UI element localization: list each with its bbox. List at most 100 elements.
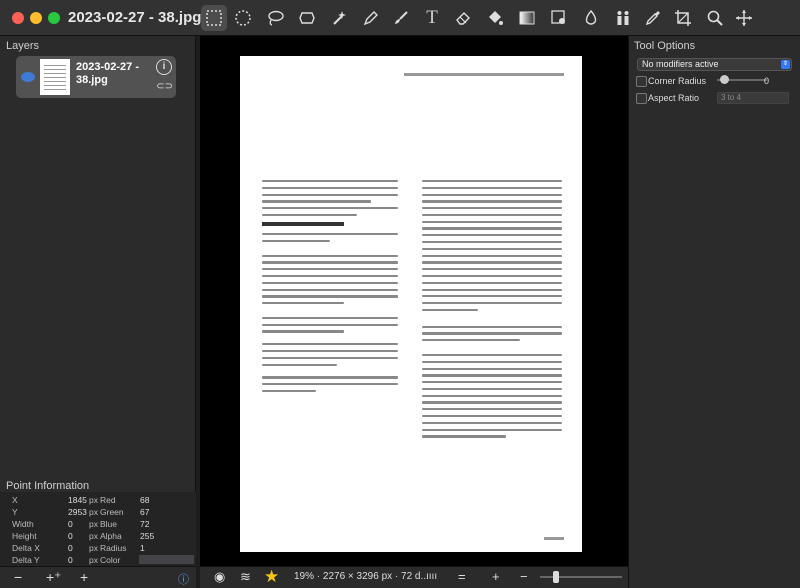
point-info-row: Delta X 0 px Radius 1	[0, 543, 196, 554]
pi-value: 0	[68, 531, 73, 541]
magic-wand-tool[interactable]	[326, 5, 352, 31]
pi-unit: px	[89, 555, 98, 565]
layer-visibility-eye-icon[interactable]	[21, 72, 35, 82]
paint-bucket-tool[interactable]	[482, 5, 508, 31]
close-window-button[interactable]	[12, 12, 24, 24]
clone-stamp-tool[interactable]	[546, 5, 572, 31]
crop-icon	[675, 10, 691, 26]
polygon-lasso-icon	[299, 12, 315, 24]
corner-radius-checkbox[interactable]	[636, 76, 647, 87]
pi-label: Delta Y	[12, 555, 40, 565]
brush-icon	[395, 11, 408, 24]
layer-name: 2023-02-27 - 38.jpg	[76, 61, 139, 86]
pi-value: 68	[140, 495, 150, 505]
layers-stack-icon[interactable]: ≋	[240, 569, 251, 585]
zoom-icon	[707, 10, 723, 26]
rect-select-tool[interactable]	[201, 5, 227, 31]
crop-tool[interactable]	[670, 5, 696, 31]
point-info-row: Delta Y 0 px Color	[0, 555, 196, 566]
layer-link-icon[interactable]: ⊂⊃	[156, 81, 173, 92]
magic-wand-icon	[333, 11, 346, 25]
zoom-slider-knob[interactable]	[553, 571, 559, 583]
ellipse-select-tool[interactable]	[230, 5, 256, 31]
zoom-in-button[interactable]: +	[492, 569, 500, 584]
pi-label: Blue	[100, 519, 118, 529]
pi-value: 72	[140, 519, 150, 529]
pi-label: Width	[12, 519, 34, 529]
blur-tool[interactable]	[578, 5, 604, 31]
pi-unit: px	[89, 531, 98, 541]
pi-value: 0	[68, 543, 73, 553]
tool-options-title: Tool Options	[634, 40, 696, 52]
pi-unit: px	[89, 543, 98, 553]
corner-radius-value: 0	[764, 76, 770, 86]
left-text-column	[262, 180, 398, 397]
zoom-window-button[interactable]	[48, 12, 60, 24]
layer-row[interactable]: 2023-02-27 - 38.jpg i ⊂⊃	[16, 56, 176, 98]
layer-thumbnail	[40, 59, 70, 95]
status-bar: ◉ ≋ ★ 19% · 2276 × 3296 px · 72 d... ııı…	[200, 566, 628, 588]
page-number	[544, 537, 564, 540]
fit-equal-icon[interactable]: =	[458, 569, 466, 584]
favorite-star-icon[interactable]: ★	[264, 567, 279, 587]
eraser-tool[interactable]	[450, 5, 476, 31]
point-info-row: Y 2953 px Green 67	[0, 507, 196, 518]
pi-value: 1845	[68, 495, 87, 505]
aspect-ratio-label: Aspect Ratio	[648, 93, 700, 103]
pi-label: Y	[12, 507, 18, 517]
pi-value: 2953	[68, 507, 87, 517]
rect-select-icon	[206, 10, 222, 26]
minimize-window-button[interactable]	[30, 12, 42, 24]
page-header-text	[404, 73, 564, 76]
gradient-tool[interactable]	[514, 5, 540, 31]
polygon-lasso-tool[interactable]	[294, 5, 320, 31]
pi-value: 0	[68, 519, 73, 529]
pi-unit: px	[89, 519, 98, 529]
add-layer-button[interactable]: +	[80, 569, 88, 585]
ellipse-select-icon	[235, 10, 251, 26]
zoom-out-button[interactable]: −	[520, 569, 528, 584]
pen-icon	[363, 11, 378, 26]
add-layer-group-button[interactable]: +⁺	[46, 569, 62, 586]
text-tool[interactable]: T	[419, 5, 445, 31]
figures-tool[interactable]	[610, 5, 636, 31]
preview-eye-icon[interactable]: ◉	[214, 569, 225, 585]
pen-tool[interactable]	[358, 5, 384, 31]
brush-tool[interactable]	[388, 5, 414, 31]
image-canvas[interactable]	[200, 36, 628, 566]
layer-info-icon[interactable]: i	[156, 59, 172, 75]
eyedropper-icon	[645, 11, 660, 26]
point-info-row: X 1845 px Red 68	[0, 495, 196, 506]
zoom-tool[interactable]	[702, 5, 728, 31]
histogram-icon[interactable]: ıııı	[426, 571, 437, 582]
point-info-table: X 1845 px Red 68 Y 2953 px Green 67 Widt…	[0, 492, 196, 566]
info-icon[interactable]: ⓘ	[178, 571, 189, 587]
right-text-column	[422, 180, 562, 442]
chevron-updown-icon: ⇕	[781, 60, 790, 69]
pi-label: Alpha	[100, 531, 122, 541]
layers-panel: Layers 2023-02-27 - 38.jpg i ⊂⊃ Point In…	[0, 36, 196, 588]
aspect-ratio-checkbox[interactable]	[636, 93, 647, 104]
modifier-select[interactable]: No modifiers active ⇕	[637, 58, 792, 71]
pi-unit: px	[89, 507, 98, 517]
pi-value: 255	[140, 531, 155, 541]
pi-label: Red	[100, 495, 116, 505]
modifier-select-value: No modifiers active	[642, 59, 719, 69]
window-title: 2023-02-27 - 38.jpg	[68, 9, 202, 26]
image-info-text: 19% · 2276 × 3296 px · 72 d...	[294, 571, 429, 582]
layers-title: Layers	[6, 40, 40, 52]
pi-label: Color	[100, 555, 121, 565]
gradient-icon	[519, 11, 535, 25]
remove-layer-button[interactable]: −	[14, 569, 22, 585]
lasso-icon	[268, 10, 284, 26]
aspect-ratio-field[interactable]: 3 to 4	[717, 92, 789, 104]
point-info-row: Height 0 px Alpha 255	[0, 531, 196, 542]
move-tool[interactable]	[731, 5, 757, 31]
pi-value: 1	[140, 543, 145, 553]
eyedropper-tool[interactable]	[640, 5, 666, 31]
lasso-tool[interactable]	[262, 5, 288, 31]
pi-value: 0	[68, 555, 73, 565]
pi-label: Delta X	[12, 543, 40, 553]
corner-radius-slider-knob[interactable]	[720, 75, 729, 84]
point-info-row: Width 0 px Blue 72	[0, 519, 196, 530]
